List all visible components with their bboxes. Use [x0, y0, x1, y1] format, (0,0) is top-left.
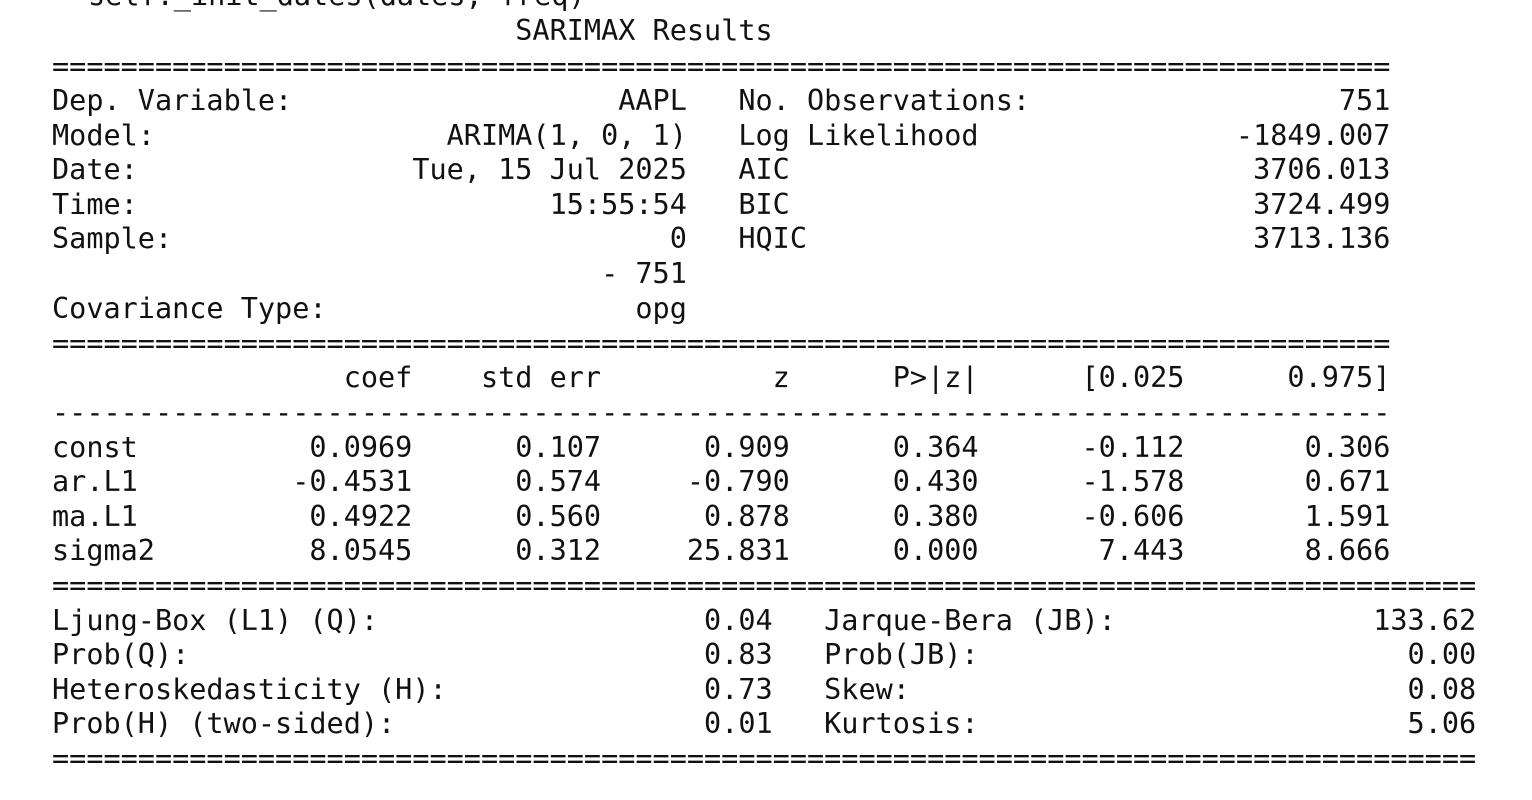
coef-row: ar.L1 -0.4531 0.574 -0.790 0.430 -1.578 …	[52, 465, 1391, 498]
double-rule: ========================================…	[52, 50, 1391, 83]
info-row: Sample: 0 HQIC 3713.136	[52, 222, 1391, 255]
diag-row: Ljung-Box (L1) (Q): 0.04 Jarque-Bera (JB…	[52, 604, 1477, 637]
coef-row: ma.L1 0.4922 0.560 0.878 0.380 -0.606 1.…	[52, 500, 1391, 533]
double-rule: ========================================…	[52, 327, 1391, 360]
info-row: Covariance Type: opg	[52, 292, 1391, 325]
coef-header-row: coef std err z P>|z| [0.025 0.975]	[52, 361, 1391, 394]
double-rule: ========================================…	[52, 742, 1477, 775]
info-row: Time: 15:55:54 BIC 3724.499	[52, 188, 1391, 221]
info-row: Model: ARIMA(1, 0, 1) Log Likelihood -18…	[52, 119, 1391, 152]
info-row: Dep. Variable: AAPL No. Observations: 75…	[52, 84, 1391, 117]
info-row: - 751	[52, 257, 1391, 290]
diag-row: Prob(Q): 0.83 Prob(JB): 0.00	[52, 638, 1477, 671]
coef-row: const 0.0969 0.107 0.909 0.364 -0.112 0.…	[52, 431, 1391, 464]
sarimax-summary-output: self._init_dates(dates, freq) SARIMAX Re…	[0, 0, 1532, 800]
coef-row: sigma2 8.0545 0.312 25.831 0.000 7.443 8…	[52, 534, 1391, 567]
info-row: Date: Tue, 15 Jul 2025 AIC 3706.013	[52, 153, 1391, 186]
summary-title: SARIMAX Results	[52, 14, 1322, 47]
diag-row: Heteroskedasticity (H): 0.73 Skew: 0.08	[52, 673, 1477, 706]
top-cutoff-line: self._init_dates(dates, freq)	[88, 0, 586, 14]
single-rule: ----------------------------------------…	[52, 396, 1391, 429]
diag-row: Prob(H) (two-sided): 0.01 Kurtosis: 5.06	[52, 707, 1477, 740]
double-rule: ========================================…	[52, 569, 1477, 602]
